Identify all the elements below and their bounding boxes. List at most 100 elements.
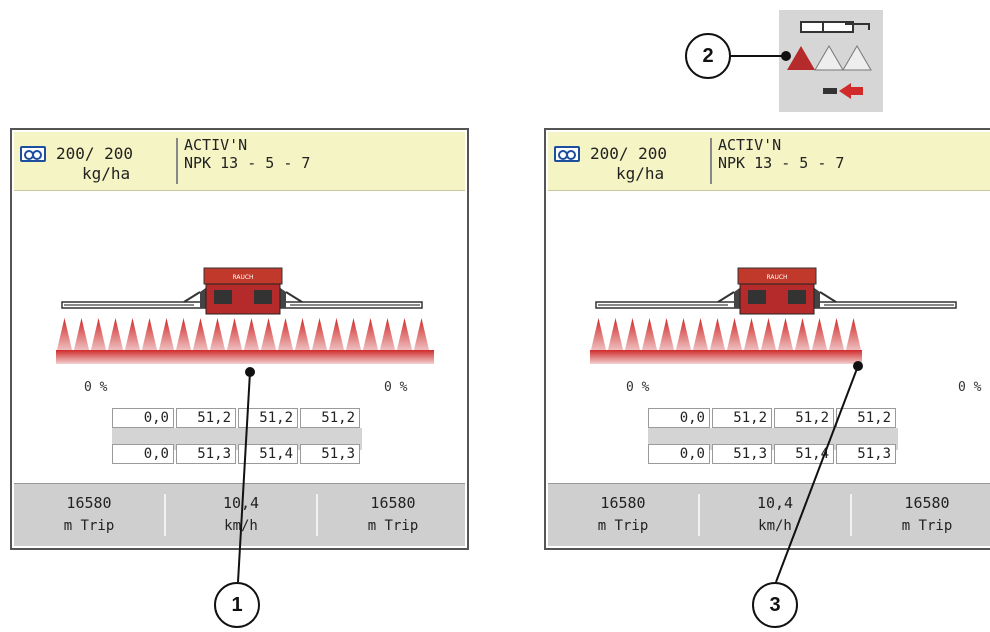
flow-cell: 51,2 xyxy=(300,408,360,428)
header-separator xyxy=(176,138,178,184)
flow-cell: 51,4 xyxy=(774,444,834,464)
flow-cell: 0,0 xyxy=(112,444,174,464)
spray-fan xyxy=(362,318,379,354)
spray-fan xyxy=(277,318,294,354)
spray-fan xyxy=(209,318,226,354)
flow-cell: 0,0 xyxy=(112,408,174,428)
spray-fan xyxy=(641,318,658,354)
flow-cell: 51,2 xyxy=(774,408,834,428)
spray-fan xyxy=(777,318,794,354)
flow-values-row2: 0,0 51,3 51,4 51,3 xyxy=(112,444,362,464)
spray-fan xyxy=(743,318,760,354)
footer-value: 16580 xyxy=(370,494,416,512)
spray-fan xyxy=(794,318,811,354)
footer-value: 16580 xyxy=(66,494,112,512)
footer-trip-right[interactable]: 16580 m Trip xyxy=(852,484,990,546)
spray-fan xyxy=(124,318,141,354)
callout-2: 2 xyxy=(685,33,731,79)
fertilizer-name: ACTIV'N xyxy=(184,136,248,154)
flow-cell: 51,3 xyxy=(712,444,772,464)
footer-unit: m Trip xyxy=(63,518,115,534)
spray-fan xyxy=(328,318,345,354)
spray-fan xyxy=(845,318,862,354)
section-reduce-key[interactable] xyxy=(779,10,883,112)
spray-fan xyxy=(590,318,607,354)
spray-fan xyxy=(692,318,709,354)
flow-cell: 0,0 xyxy=(648,444,710,464)
spray-fan xyxy=(192,318,209,354)
flow-cell: 51,4 xyxy=(238,444,298,464)
application-rate: 200/ 200 xyxy=(56,144,134,163)
spreader-icon: RAUCH xyxy=(56,267,434,364)
spray-fan xyxy=(709,318,726,354)
flow-cell: 51,2 xyxy=(836,408,896,428)
header-bar: 200/ 200 kg/ha ACTIV'N NPK 13 - 5 - 7 xyxy=(548,132,990,191)
flow-cell: 0,0 xyxy=(648,408,710,428)
right-section-percent: 0 % xyxy=(384,380,408,395)
footer-speed[interactable]: 10,4 km/h xyxy=(700,484,850,546)
footer-bar: 16580 m Trip 10,4 km/h 16580 m Trip xyxy=(548,483,990,546)
flow-cell: 51,3 xyxy=(176,444,236,464)
spray-fan xyxy=(260,318,277,354)
application-rate: 200/ 200 xyxy=(590,144,668,163)
flow-cell: 51,3 xyxy=(836,444,896,464)
rate-unit: kg/ha xyxy=(616,164,665,183)
spray-fan xyxy=(175,318,192,354)
footer-value: 16580 xyxy=(600,494,646,512)
footer-value: 10,4 xyxy=(756,494,794,512)
spray-fan xyxy=(311,318,328,354)
right-section-percent: 0 % xyxy=(958,380,982,395)
spray-fan xyxy=(243,318,260,354)
footer-trip-left[interactable]: 16580 m Trip xyxy=(548,484,698,546)
fertilizer-name: ACTIV'N xyxy=(718,136,782,154)
spray-fan xyxy=(607,318,624,354)
spray-fan xyxy=(811,318,828,354)
spray-fan xyxy=(158,318,175,354)
spray-fan xyxy=(226,318,243,354)
footer-trip-right[interactable]: 16580 m Trip xyxy=(318,484,468,546)
spray-fan xyxy=(396,318,413,354)
flow-cell: 51,3 xyxy=(300,444,360,464)
footer-unit: m Trip xyxy=(367,518,419,534)
footer-unit: m Trip xyxy=(597,518,649,534)
header-bar: 200/ 200 kg/ha ACTIV'N NPK 13 - 5 - 7 xyxy=(14,132,465,191)
left-section-percent: 0 % xyxy=(84,380,108,395)
section-reduce-icon xyxy=(787,21,872,99)
left-section-percent: 0 % xyxy=(626,380,650,395)
spray-fan xyxy=(624,318,641,354)
fertilizer-type: NPK 13 - 5 - 7 xyxy=(718,154,845,172)
spray-fan xyxy=(413,318,430,354)
screen-right: 200/ 200 kg/ha ACTIV'N NPK 13 - 5 - 7 RA… xyxy=(544,128,990,550)
flow-cell: 51,2 xyxy=(176,408,236,428)
footer-trip-left[interactable]: 16580 m Trip xyxy=(14,484,164,546)
flow-cell: 51,2 xyxy=(238,408,298,428)
spray-fan xyxy=(675,318,692,354)
spray-fan xyxy=(726,318,743,354)
flow-values-row1: 0,0 51,2 51,2 51,2 xyxy=(648,408,898,428)
spray-fan xyxy=(90,318,107,354)
callout-3: 3 xyxy=(752,582,798,628)
spray-fan xyxy=(107,318,124,354)
spray-fan xyxy=(828,318,845,354)
callout-1: 1 xyxy=(214,582,260,628)
footer-value: 16580 xyxy=(904,494,950,512)
footer-unit: km/h xyxy=(224,518,258,534)
spray-fan xyxy=(73,318,90,354)
footer-bar: 16580 m Trip 10,4 km/h 16580 m Trip xyxy=(14,483,465,546)
footer-speed[interactable]: 10,4 km/h xyxy=(166,484,316,546)
footer-unit: m Trip xyxy=(901,518,953,534)
flow-values-row2: 0,0 51,3 51,4 51,3 xyxy=(648,444,898,464)
spray-fan xyxy=(658,318,675,354)
spray-fan xyxy=(379,318,396,354)
rate-icon xyxy=(554,146,580,162)
rate-icon xyxy=(20,146,46,162)
spray-fan xyxy=(56,318,73,354)
flow-values-row1: 0,0 51,2 51,2 51,2 xyxy=(112,408,362,428)
footer-unit: km/h xyxy=(758,518,792,534)
spreader-icon: RAUCH xyxy=(590,267,957,364)
rate-unit: kg/ha xyxy=(82,164,131,183)
spray-fan xyxy=(294,318,311,354)
brand-label: RAUCH xyxy=(232,274,253,281)
screen-left: 200/ 200 kg/ha ACTIV'N NPK 13 - 5 - 7 RA… xyxy=(10,128,469,550)
spray-fan xyxy=(345,318,362,354)
